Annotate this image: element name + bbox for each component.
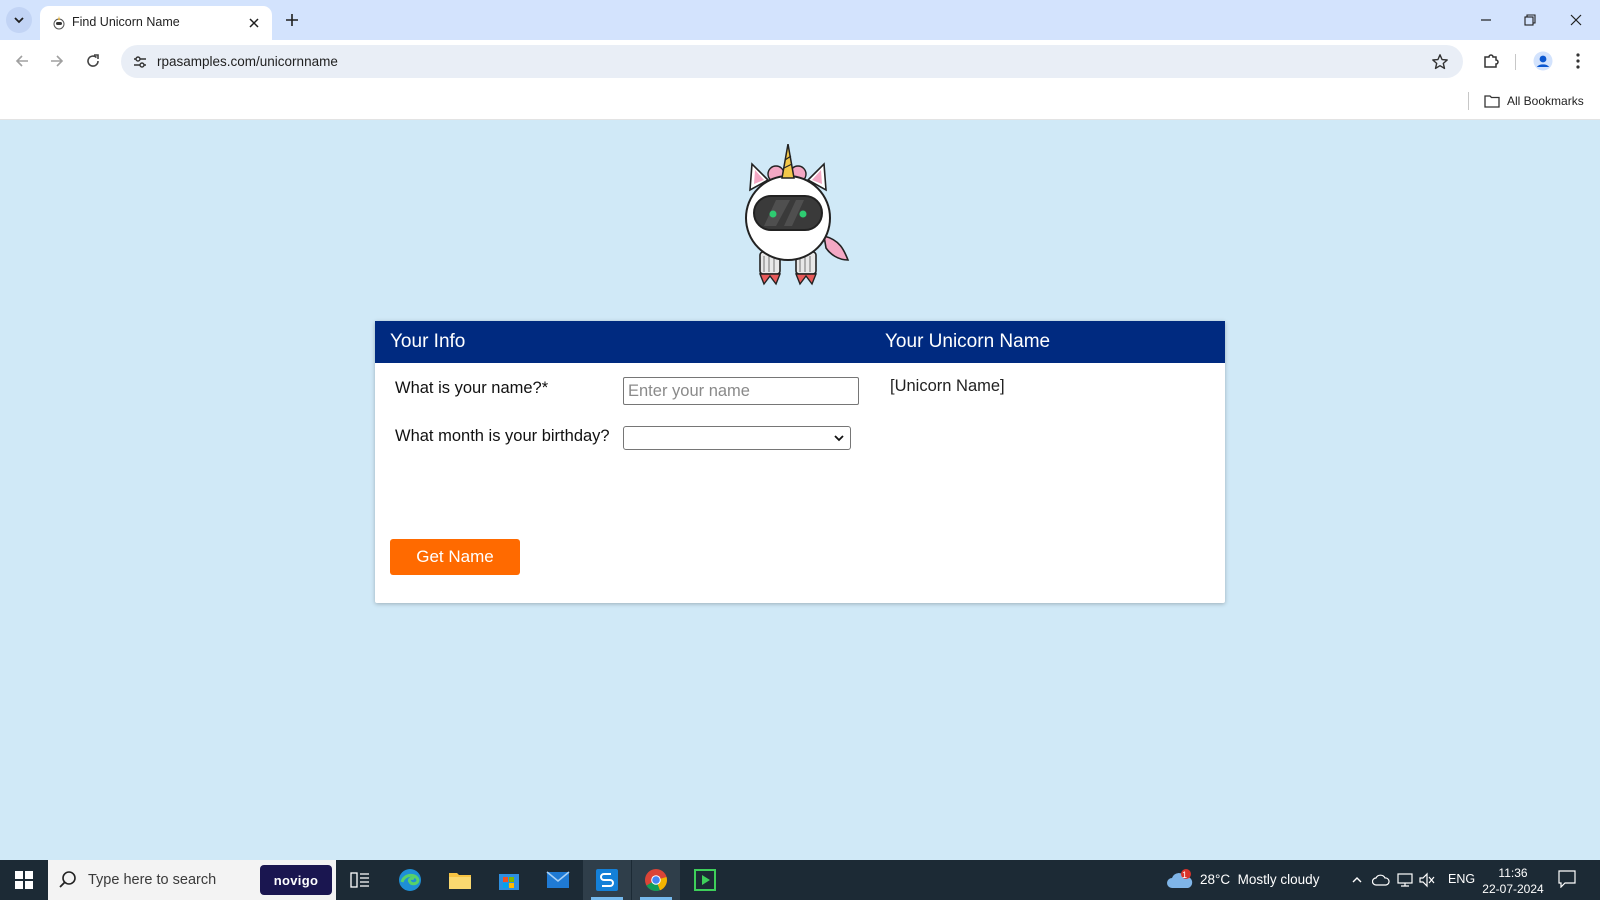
start-button[interactable]	[0, 860, 48, 900]
puzzle-icon	[1484, 54, 1499, 68]
close-icon	[1570, 14, 1582, 26]
tab-title: Find Unicorn Name	[72, 15, 180, 29]
edge-icon	[399, 869, 421, 891]
address-bar[interactable]: rpasamples.com/unicornname	[121, 45, 1463, 78]
plus-icon	[286, 14, 298, 26]
taskbar-clock[interactable]: 11:36 22-07-2024	[1478, 865, 1548, 897]
windows-taskbar: Type here to search novigo 1 28°C Mostly…	[0, 860, 1600, 900]
task-view-icon	[350, 872, 369, 888]
notification-center-button[interactable]	[1558, 870, 1576, 888]
microsoft-store-app[interactable]	[485, 860, 533, 900]
notification-icon	[1558, 870, 1576, 888]
cloud-sync-icon	[1372, 874, 1390, 886]
close-icon	[249, 18, 259, 28]
novigo-button[interactable]: novigo	[260, 865, 332, 895]
page-content: Your Info Your Unicorn Name What is your…	[0, 120, 1600, 860]
mail-app[interactable]	[534, 860, 582, 900]
url-text: rpasamples.com/unicornname	[157, 54, 338, 69]
studio-app[interactable]	[583, 860, 631, 900]
volume-mute-icon	[1419, 872, 1435, 888]
restore-icon	[1524, 14, 1536, 26]
search-placeholder: Type here to search	[88, 872, 217, 888]
tab-close-button[interactable]	[244, 13, 264, 33]
close-window-button[interactable]	[1562, 8, 1590, 32]
extensions-button[interactable]	[1479, 49, 1503, 73]
network-icon	[1397, 873, 1413, 887]
folder-icon	[449, 873, 471, 889]
profile-button[interactable]	[1531, 49, 1555, 73]
browser-toolbar: rpasamples.com/unicornname	[0, 40, 1600, 82]
file-explorer-app[interactable]	[436, 860, 484, 900]
clock-date: 22-07-2024	[1482, 882, 1544, 896]
minimize-button[interactable]	[1472, 8, 1500, 32]
play-icon	[694, 869, 716, 891]
all-bookmarks-label: All Bookmarks	[1507, 94, 1584, 108]
task-view-button[interactable]	[336, 860, 384, 900]
new-tab-button[interactable]	[280, 8, 304, 32]
star-icon	[1432, 54, 1448, 70]
chevron-up-icon	[1352, 877, 1362, 883]
mail-icon	[546, 871, 570, 888]
chevron-down-icon	[834, 435, 844, 442]
media-player-app[interactable]	[681, 860, 729, 900]
unicorn-form-card: Your Info Your Unicorn Name What is your…	[375, 321, 1225, 603]
site-info-button[interactable]	[129, 51, 151, 73]
toolbar-divider	[1515, 54, 1516, 70]
language-indicator[interactable]: ENG	[1448, 872, 1475, 886]
card-header: Your Info Your Unicorn Name	[375, 321, 1225, 363]
show-hidden-icons-button[interactable]	[1348, 871, 1366, 889]
unicorn-name-result: [Unicorn Name]	[890, 377, 1005, 395]
bookmarks-divider	[1468, 92, 1469, 110]
forward-button[interactable]	[45, 49, 69, 73]
store-icon	[499, 874, 519, 890]
reload-button[interactable]	[81, 49, 105, 73]
windows-logo-icon	[15, 871, 33, 889]
onedrive-tray-button[interactable]	[1372, 871, 1390, 889]
chevron-down-icon	[14, 17, 24, 24]
more-vert-icon	[1576, 53, 1580, 69]
back-button[interactable]	[10, 49, 34, 73]
your-unicorn-name-heading: Your Unicorn Name	[885, 331, 1051, 352]
network-tray-button[interactable]	[1396, 871, 1414, 889]
unicorn-logo	[745, 144, 850, 286]
edge-app[interactable]	[386, 860, 434, 900]
arrow-right-icon	[51, 55, 64, 67]
bookmark-star-button[interactable]	[1429, 51, 1451, 73]
get-name-button[interactable]: Get Name	[390, 539, 520, 575]
studio-icon	[596, 869, 618, 891]
name-input[interactable]	[623, 377, 859, 405]
birthday-label: What month is your birthday?	[395, 427, 610, 445]
arrow-left-icon	[15, 55, 28, 67]
cloud-weather-icon	[1167, 869, 1193, 888]
unicorn-favicon-icon	[53, 16, 65, 30]
tab-find-unicorn-name[interactable]: Find Unicorn Name	[40, 6, 272, 40]
tab-search-button[interactable]	[6, 7, 32, 33]
clock-time: 11:36	[1498, 866, 1528, 880]
browser-titlebar: Find Unicorn Name	[0, 0, 1600, 40]
minimize-icon	[1481, 19, 1491, 21]
weather-text[interactable]: 28°C Mostly cloudy	[1200, 872, 1319, 887]
your-info-heading: Your Info	[390, 331, 466, 352]
search-icon	[59, 871, 76, 888]
all-bookmarks-button[interactable]: All Bookmarks	[1484, 90, 1584, 112]
avatar-icon	[1533, 51, 1553, 71]
name-label: What is your name?*	[395, 379, 549, 397]
restore-button[interactable]	[1516, 8, 1544, 32]
chrome-app[interactable]	[632, 860, 680, 900]
reload-icon	[87, 54, 99, 67]
browser-menu-button[interactable]	[1566, 49, 1590, 73]
weather-alert-badge: 1	[1182, 870, 1188, 880]
volume-tray-button[interactable]	[1418, 871, 1436, 889]
chrome-icon	[645, 869, 667, 892]
folder-icon	[1484, 95, 1500, 108]
tune-icon	[134, 56, 146, 68]
birthday-month-select[interactable]	[623, 426, 851, 450]
bookmarks-bar: All Bookmarks	[0, 82, 1600, 120]
